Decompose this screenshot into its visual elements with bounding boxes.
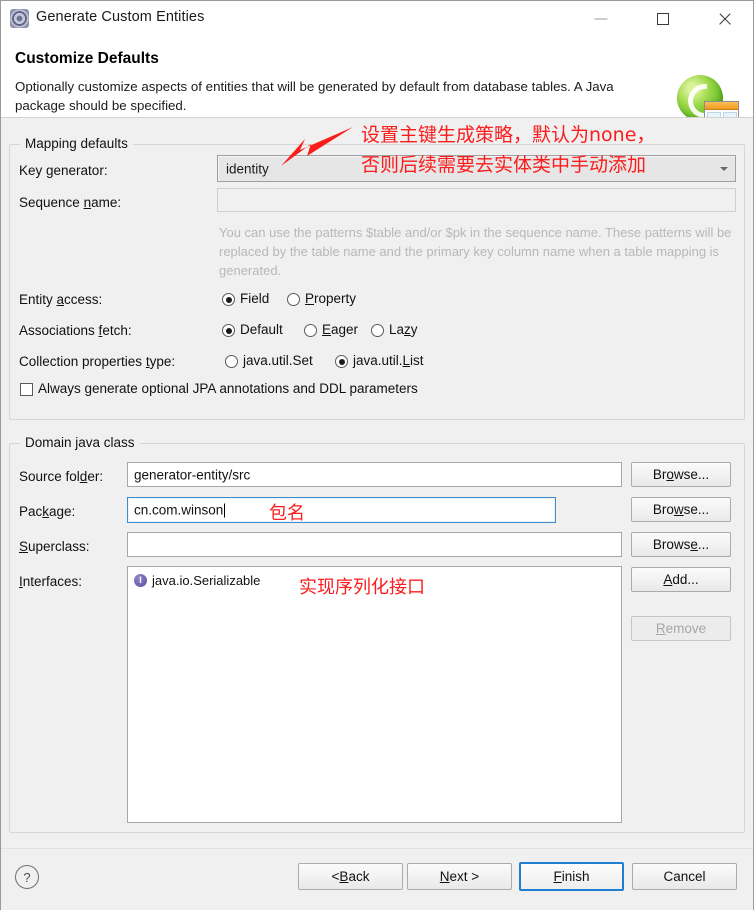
- chevron-down-icon: [720, 166, 728, 171]
- page-description: Optionally customize aspects of entities…: [15, 79, 614, 113]
- annotation-interfaces: 实现序列化接口: [299, 577, 425, 598]
- superclass-label: Superclass:: [19, 539, 90, 554]
- radio-entity-access-property[interactable]: [287, 293, 300, 306]
- page-title: Customize Defaults: [15, 50, 159, 67]
- annotation-key-generator-line1: 设置主键生成策略，默认为none，: [361, 124, 656, 146]
- entity-access-label: Entity access:: [19, 292, 103, 307]
- mapping-defaults-group: Mapping defaults: [9, 136, 745, 420]
- interface-name: java.io.Serializable: [152, 573, 261, 588]
- remove-interface-button: Remove: [631, 616, 731, 641]
- sequence-name-label: Sequence name:: [19, 195, 122, 210]
- package-input[interactable]: cn.com.winson: [127, 497, 556, 523]
- radio-associations-lazy[interactable]: [371, 324, 384, 337]
- annotation-key-generator-line2: 否则后续需要去实体类中手动添加: [361, 154, 647, 176]
- interface-icon: I: [134, 574, 147, 587]
- close-button[interactable]: [702, 1, 748, 37]
- back-button[interactable]: < Back: [298, 863, 403, 890]
- source-folder-label: Source folder:: [19, 469, 104, 484]
- sequence-name-input[interactable]: [217, 188, 736, 212]
- radio-associations-eager-label[interactable]: Eager: [322, 322, 358, 337]
- list-item[interactable]: I java.io.Serializable: [134, 573, 260, 588]
- key-generator-value: identity: [226, 161, 269, 176]
- radio-collection-list[interactable]: [335, 355, 348, 368]
- radio-collection-list-label[interactable]: java.util.List: [353, 353, 424, 368]
- radio-associations-lazy-label[interactable]: Lazy: [389, 322, 418, 337]
- radio-associations-default[interactable]: [222, 324, 235, 337]
- window-title: Generate Custom Entities: [36, 9, 205, 25]
- interfaces-listbox[interactable]: I java.io.Serializable: [127, 566, 622, 823]
- dialog-header: Customize Defaults Optionally customize …: [1, 39, 753, 131]
- associations-fetch-label: Associations fetch:: [19, 323, 132, 338]
- dialog-body: Mapping defaults Key generator: identity…: [1, 118, 753, 848]
- superclass-input[interactable]: [127, 532, 622, 557]
- finish-button[interactable]: Finish: [519, 862, 624, 891]
- source-folder-browse-button[interactable]: Br o wse...: [631, 462, 731, 487]
- radio-entity-access-field-label[interactable]: Field: [240, 291, 269, 306]
- source-folder-input[interactable]: generator-entity/src: [127, 462, 622, 487]
- key-generator-label: Key generator:: [19, 163, 108, 178]
- radio-associations-eager[interactable]: [304, 324, 317, 337]
- radio-entity-access-field[interactable]: [222, 293, 235, 306]
- dialog-window: Generate Custom Entities Customize Defau…: [0, 0, 754, 910]
- minimize-button[interactable]: [578, 1, 624, 37]
- next-button[interactable]: Next >: [407, 863, 512, 890]
- radio-associations-default-label[interactable]: Default: [240, 322, 283, 337]
- annotation-arrow-icon: [279, 126, 359, 168]
- radio-collection-set[interactable]: [225, 355, 238, 368]
- always-generate-checkbox[interactable]: [20, 383, 33, 396]
- annotation-package: 包名: [269, 503, 305, 524]
- interfaces-label: Interfaces:: [19, 574, 83, 589]
- help-icon[interactable]: ?: [15, 865, 39, 889]
- add-interface-button[interactable]: Add...: [631, 567, 731, 592]
- always-generate-label[interactable]: Always generate optional JPA annotations…: [38, 381, 418, 396]
- package-label: Package:: [19, 504, 76, 519]
- cancel-button[interactable]: Cancel: [632, 863, 737, 890]
- radio-collection-set-label[interactable]: java.util.Set: [243, 353, 313, 368]
- text-caret: [224, 503, 226, 518]
- title-bar: Generate Custom Entities: [1, 1, 753, 39]
- mapping-defaults-legend: Mapping defaults: [20, 136, 133, 151]
- domain-java-class-legend: Domain java class: [20, 435, 140, 450]
- window-gear-icon: [10, 9, 29, 28]
- collection-properties-type-label: Collection properties type:: [19, 354, 176, 369]
- package-value: cn.com.winson: [134, 502, 226, 518]
- radio-entity-access-property-label[interactable]: Property: [305, 291, 356, 306]
- sequence-name-hint: You can use the patterns $table and/or $…: [219, 225, 732, 278]
- source-folder-value: generator-entity/src: [134, 467, 251, 482]
- package-browse-button[interactable]: Bro w se...: [631, 497, 731, 522]
- maximize-button[interactable]: [640, 1, 686, 37]
- superclass-browse-button[interactable]: Brows e...: [631, 532, 731, 557]
